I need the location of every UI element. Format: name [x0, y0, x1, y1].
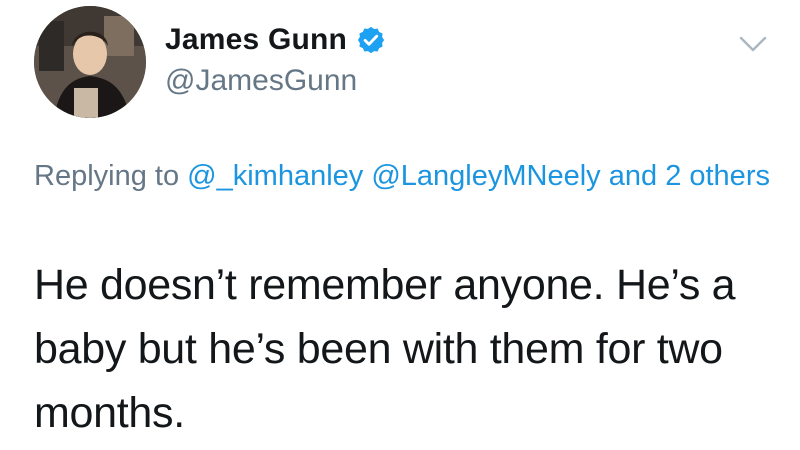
- reply-prefix: Replying to: [34, 160, 180, 192]
- reply-context: Replying to @_kimhanley @LangleyMNeely a…: [34, 155, 774, 197]
- reply-joiner: and: [608, 160, 658, 192]
- author-avatar[interactable]: [34, 6, 146, 118]
- mention-link-kimhanley[interactable]: @_kimhanley: [187, 160, 363, 192]
- verified-badge-icon: [356, 25, 386, 55]
- tweet-text: He doesn’t remember anyone. He’s a baby …: [34, 261, 736, 437]
- tweet-card: James Gunn @JamesGunn Replying to @_kimh…: [0, 0, 800, 450]
- others-link[interactable]: 2 others: [665, 160, 770, 192]
- mention-link-langleymneely[interactable]: @LangleyMNeely: [371, 160, 600, 192]
- avatar-image: [34, 6, 146, 118]
- author-display-name[interactable]: James Gunn: [165, 23, 347, 57]
- chevron-down-icon[interactable]: [738, 33, 768, 55]
- author-handle[interactable]: @JamesGunn: [165, 64, 357, 98]
- author-name-row: James Gunn: [165, 20, 386, 60]
